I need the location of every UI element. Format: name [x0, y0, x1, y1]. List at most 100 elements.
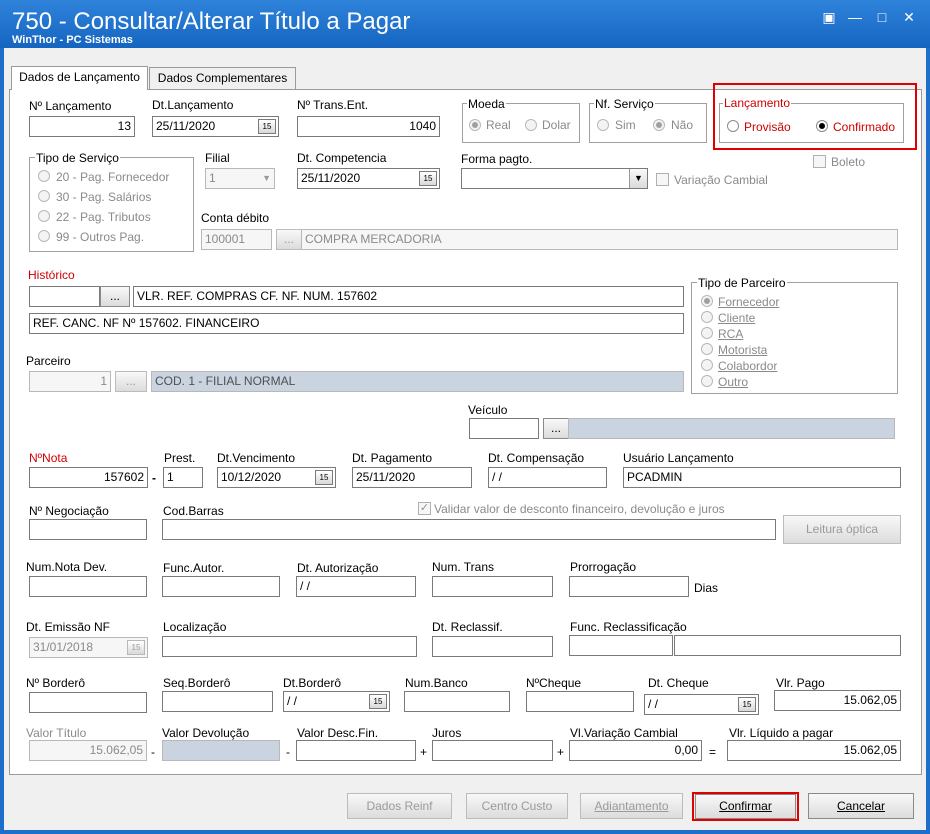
tipo-parceiro-label: Tipo de Parceiro: [697, 276, 787, 290]
tipo-servico-99-radio[interactable]: [38, 230, 50, 242]
calendar-icon[interactable]: 15: [738, 697, 756, 712]
tipo-servico-30-label: 30 - Pag. Salários: [56, 190, 152, 204]
seq-bordero-field[interactable]: [162, 691, 273, 712]
forma-pagto-select[interactable]: ▼: [461, 168, 648, 189]
provisao-radio[interactable]: [727, 120, 739, 132]
historico-search-button[interactable]: ...: [100, 286, 130, 307]
parceiro-label: Parceiro: [26, 354, 71, 368]
num-banco-label: Num.Banco: [405, 676, 468, 690]
prest-label: Prest.: [164, 451, 196, 465]
cancelar-button[interactable]: Cancelar: [808, 793, 914, 819]
num-lancamento-field[interactable]: 13: [29, 116, 135, 137]
prest-field[interactable]: 1: [163, 467, 203, 488]
historico-line2[interactable]: REF. CANC. NF Nº 157602. FINANCEIRO: [29, 313, 684, 334]
num-nota-dev-field[interactable]: [29, 576, 147, 597]
dt-compensacao-field[interactable]: / /: [488, 467, 607, 488]
parceiro-fornecedor-radio[interactable]: [701, 295, 713, 307]
historico-line1[interactable]: VLR. REF. COMPRAS CF. NF. NUM. 157602: [133, 286, 684, 307]
func-reclassificacao-name[interactable]: [674, 635, 901, 656]
conta-debito-search-button[interactable]: ...: [276, 229, 302, 250]
calendar-icon[interactable]: 15: [315, 470, 333, 485]
chevron-down-icon[interactable]: ▼: [629, 169, 647, 188]
variacao-cambial-label: Variação Cambial: [674, 173, 768, 187]
tab-dados-lancamento[interactable]: Dados de Lançamento: [11, 66, 148, 90]
dt-lancamento-field[interactable]: 25/11/2020 15: [152, 116, 279, 137]
parceiro-outro-radio[interactable]: [701, 375, 713, 387]
num-trans-field[interactable]: [432, 576, 553, 597]
dt-competencia-field[interactable]: 25/11/2020 15: [297, 168, 440, 189]
dt-emissao-nf-field[interactable]: 31/01/2018 15: [29, 637, 148, 658]
historico-code[interactable]: [29, 286, 100, 307]
nf-servico-nao-radio[interactable]: [653, 119, 665, 131]
dt-bordero-field[interactable]: / / 15: [283, 691, 390, 712]
vl-variacao-cambial-field[interactable]: 0,00: [569, 740, 702, 761]
parceiro-motorista-radio[interactable]: [701, 343, 713, 355]
parceiro-colaborador-radio[interactable]: [701, 359, 713, 371]
vlr-liquido-field[interactable]: 15.062,05: [727, 740, 901, 761]
conta-debito-code[interactable]: 100001: [201, 229, 272, 250]
moeda-dolar-radio[interactable]: [525, 119, 537, 131]
nota-field[interactable]: 157602: [29, 467, 148, 488]
dt-autorizacao-field[interactable]: / /: [296, 576, 416, 597]
boleto-checkbox[interactable]: [813, 155, 826, 168]
juros-field[interactable]: [432, 740, 553, 761]
dt-cheque-field[interactable]: / / 15: [644, 694, 759, 715]
valor-titulo-field[interactable]: 15.062,05: [29, 740, 147, 761]
dt-reclassif-field[interactable]: [432, 636, 553, 657]
moeda-real-radio[interactable]: [469, 119, 481, 131]
parceiro-cliente-radio[interactable]: [701, 311, 713, 323]
adiantamento-button[interactable]: Adiantamento: [580, 793, 683, 819]
prorrogacao-field[interactable]: [569, 576, 689, 597]
dados-reinf-button[interactable]: Dados Reinf: [347, 793, 452, 819]
dt-vencimento-label: Dt.Vencimento: [217, 451, 296, 465]
plus-operator: +: [557, 745, 565, 759]
num-negociacao-field[interactable]: [29, 519, 147, 540]
dt-pagamento-field[interactable]: 25/11/2020: [352, 467, 472, 488]
confirmar-button[interactable]: Confirmar: [695, 794, 796, 819]
tipo-servico-30-radio[interactable]: [38, 190, 50, 202]
moeda-real-label: Real: [486, 118, 511, 132]
leitura-optica-button[interactable]: Leitura óptica: [783, 515, 901, 544]
validar-desconto-checkbox[interactable]: ✓: [418, 502, 431, 515]
pin-icon[interactable]: ▣: [818, 8, 840, 26]
usuario-lancamento-field[interactable]: PCADMIN: [623, 467, 901, 488]
calendar-icon[interactable]: 15: [369, 694, 387, 709]
calendar-icon[interactable]: 15: [419, 171, 437, 186]
filial-label: Filial: [205, 151, 230, 165]
num-trans-ent-field[interactable]: 1040: [297, 116, 440, 137]
tipo-servico-22-radio[interactable]: [38, 210, 50, 222]
nf-servico-sim-radio[interactable]: [597, 119, 609, 131]
tab-dados-complementares[interactable]: Dados Complementares: [149, 67, 296, 89]
num-cheque-field[interactable]: [526, 691, 634, 712]
num-banco-field[interactable]: [404, 691, 510, 712]
valor-desc-fin-field[interactable]: [296, 740, 416, 761]
dt-bordero-value: / /: [287, 694, 298, 708]
parceiro-code[interactable]: 1: [29, 371, 111, 392]
parceiro-search-button[interactable]: ...: [115, 371, 147, 392]
func-autor-field[interactable]: [162, 576, 280, 597]
confirmado-label: Confirmado: [833, 120, 896, 134]
vlr-pago-field[interactable]: 15.062,05: [774, 690, 901, 711]
confirmado-radio[interactable]: [816, 120, 828, 132]
parceiro-description: COD. 1 - FILIAL NORMAL: [151, 371, 684, 392]
cod-barras-field[interactable]: [162, 519, 776, 540]
calendar-icon[interactable]: 15: [258, 119, 276, 134]
parceiro-rca-radio[interactable]: [701, 327, 713, 339]
close-icon[interactable]: ✕: [898, 8, 920, 26]
tipo-servico-20-radio[interactable]: [38, 170, 50, 182]
localizacao-field[interactable]: [162, 636, 417, 657]
dt-emissao-nf-value: 31/01/2018: [33, 640, 94, 654]
minimize-icon[interactable]: —: [844, 8, 866, 26]
variacao-cambial-checkbox[interactable]: [656, 173, 669, 186]
filial-select[interactable]: 1 ▼: [205, 168, 275, 189]
maximize-icon[interactable]: □: [871, 8, 893, 26]
veiculo-search-button[interactable]: ...: [543, 418, 569, 439]
func-reclassificacao-code[interactable]: [569, 635, 673, 656]
centro-custo-button[interactable]: Centro Custo: [466, 793, 568, 819]
dt-vencimento-field[interactable]: 10/12/2020 15: [217, 467, 336, 488]
veiculo-code[interactable]: [469, 418, 539, 439]
dt-emissao-nf-label: Dt. Emissão NF: [26, 620, 111, 634]
moeda-label: Moeda: [467, 97, 506, 111]
valor-devolucao-field[interactable]: [162, 740, 280, 761]
num-bordero-field[interactable]: [29, 692, 147, 713]
